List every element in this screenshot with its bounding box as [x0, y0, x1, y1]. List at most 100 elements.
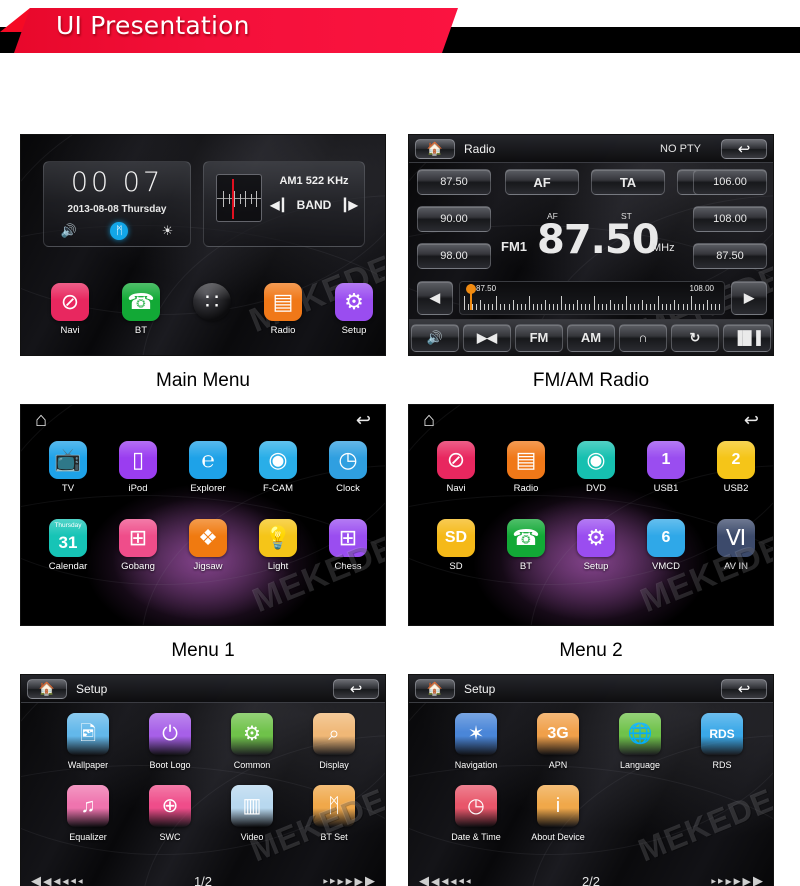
app-icon-navi[interactable]: ⊘ Navi — [43, 283, 97, 336]
radio-scan-icon[interactable]: ↻ — [671, 323, 719, 352]
radio-next[interactable]: ┃▶ — [341, 198, 357, 212]
pager-next-arrow[interactable]: ▶ — [323, 878, 328, 885]
pager-prev-arrow[interactable]: ◀ — [43, 875, 51, 886]
app-icon-display[interactable]: ⌕ Display — [303, 713, 365, 770]
bluetooth-icon[interactable]: ᛗ — [110, 222, 129, 240]
pager-next-arrow[interactable]: ▶ — [753, 873, 763, 886]
pager-next-arrow[interactable]: ▶ — [718, 877, 723, 885]
pager-next-arrow[interactable]: ▶ — [725, 877, 731, 886]
pager-prev-arrows[interactable]: ◀ ◀ ◀ ◀ ◀ ◀ — [419, 873, 471, 886]
pager-prev-arrow[interactable]: ◀ — [78, 878, 83, 885]
app-icon-dvd[interactable]: ◉ DVD — [569, 441, 623, 494]
app-tile-gobang[interactable]: ⊞ — [119, 519, 157, 557]
app-icon-setup[interactable]: ⚙ Setup — [569, 519, 623, 572]
app-icon-setup[interactable]: ⚙ Setup — [327, 283, 381, 336]
app-tile-jigsaw[interactable]: ❖ — [189, 519, 227, 557]
app-tile-av-in[interactable]: Ⅵ — [717, 519, 755, 557]
pager-prev-arrow[interactable]: ◀ — [71, 877, 76, 885]
app-tile-language[interactable]: 🌐 — [619, 713, 661, 755]
radio-equalizer-icon[interactable]: ▐█▐ — [723, 323, 771, 352]
app-tile-f-cam[interactable]: ◉ — [259, 441, 297, 479]
app-tile-radio[interactable]: ▤ — [264, 283, 302, 321]
app-tile-tv[interactable]: 📺 — [49, 441, 87, 479]
app-icon-radio[interactable]: ▤ Radio — [499, 441, 553, 494]
app-icon-explorer[interactable]: ℮ Explorer — [181, 441, 235, 494]
app-tile-light[interactable]: 💡 — [259, 519, 297, 557]
app-icon-common[interactable]: ⚙ Common — [221, 713, 283, 770]
app-tile-navigation[interactable]: ✶ — [455, 713, 497, 755]
app-tile-chess[interactable]: ⊞ — [329, 519, 367, 557]
app-icon-light[interactable]: 💡 Light — [251, 519, 305, 572]
pager-prev-arrow[interactable]: ◀ — [459, 877, 464, 885]
app-icon-language[interactable]: 🌐 Language — [609, 713, 671, 770]
app-icon-f-cam[interactable]: ◉ F-CAM — [251, 441, 305, 494]
pager-next-arrow[interactable]: ▶ — [734, 876, 741, 886]
radio-preset-right-1[interactable]: 108.00 — [693, 206, 767, 232]
app-tile-sd[interactable]: SD — [437, 519, 475, 557]
pager-prev-arrow[interactable]: ◀ — [31, 873, 41, 886]
app-icon-tv[interactable]: 📺 TV — [41, 441, 95, 494]
app-tile-common[interactable]: ⚙ — [231, 713, 273, 755]
app-tile-dvd[interactable]: ◉ — [577, 441, 615, 479]
app-icon-bt[interactable]: ☎ BT — [499, 519, 553, 572]
pager-prev-arrow[interactable]: ◀ — [431, 875, 439, 886]
radio-preset-right-2[interactable]: 87.50 — [693, 243, 767, 269]
app-tile-apn[interactable]: 3G — [537, 713, 579, 755]
app-tile-bt[interactable]: ☎ — [122, 283, 160, 321]
app-icon-chess[interactable]: ⊞ Chess — [321, 519, 375, 572]
home-icon[interactable]: ⌂ — [423, 409, 435, 432]
app-icon-about-device[interactable]: і About Device — [527, 785, 589, 842]
app-tile-vmcd[interactable]: 6 — [647, 519, 685, 557]
app-tile-apps[interactable]: ∷ — [193, 283, 231, 321]
pager-next-arrow[interactable]: ▶ — [711, 878, 716, 885]
app-tile-display[interactable]: ⌕ — [313, 713, 355, 755]
radio-button-ta[interactable]: TA — [591, 169, 665, 195]
app-tile-date-time[interactable]: ◷ — [455, 785, 497, 827]
app-tile-explorer[interactable]: ℮ — [189, 441, 227, 479]
app-icon-av-in[interactable]: Ⅵ AV IN — [709, 519, 763, 572]
back-icon[interactable]: ↩ — [356, 410, 371, 431]
pager-next-arrow[interactable]: ▶ — [337, 877, 343, 886]
app-icon-usb2[interactable]: 2 USB2 — [709, 441, 763, 494]
pager-prev-arrow[interactable]: ◀ — [419, 873, 429, 886]
pager-prev-arrow[interactable]: ◀ — [53, 876, 60, 886]
app-icon-bt[interactable]: ☎ BT — [114, 283, 168, 336]
app-tile-wallpaper[interactable]: 🖻 — [67, 713, 109, 755]
back-icon[interactable]: ↩ — [333, 678, 379, 699]
app-icon-clock[interactable]: ◷ Clock — [321, 441, 375, 494]
app-tile-calendar[interactable]: Thursday 31 — [49, 519, 87, 557]
app-tile-setup[interactable]: ⚙ — [577, 519, 615, 557]
app-icon-navigation[interactable]: ✶ Navigation — [445, 713, 507, 770]
app-tile-swc[interactable]: ⊕ — [149, 785, 191, 827]
app-icon-boot-logo[interactable]: ⏻ Boot Logo — [139, 713, 201, 770]
tuner-scale[interactable]: 87.50 108.00 — [459, 281, 725, 315]
app-tile-navi[interactable]: ⊘ — [51, 283, 89, 321]
home-icon[interactable]: 🏠 — [415, 678, 455, 699]
app-icon-swc[interactable]: ⊕ SWC — [139, 785, 201, 842]
app-icon-apn[interactable]: 3G APN — [527, 713, 589, 770]
volume-icon[interactable]: 🔊 — [61, 223, 77, 239]
pager-next-arrows[interactable]: ▶ ▶ ▶ ▶ ▶ ▶ — [323, 873, 375, 886]
tuner-next-button[interactable]: ▶ — [731, 281, 767, 315]
pager-next-arrow[interactable]: ▶ — [355, 875, 363, 886]
app-tile-about-device[interactable]: і — [537, 785, 579, 827]
home-icon[interactable]: ⌂ — [35, 409, 47, 432]
pager-prev-arrow[interactable]: ◀ — [466, 878, 471, 885]
app-icon-wallpaper[interactable]: 🖻 Wallpaper — [57, 713, 119, 770]
app-tile-rds[interactable]: RDS — [701, 713, 743, 755]
app-icon-ipod[interactable]: ▯ iPod — [111, 441, 165, 494]
pager-prev-arrow[interactable]: ◀ — [62, 877, 68, 886]
app-tile-usb2[interactable]: 2 — [717, 441, 755, 479]
app-tile-equalizer[interactable]: ♫ — [67, 785, 109, 827]
app-tile-video[interactable]: ▥ — [231, 785, 273, 827]
app-icon-calendar[interactable]: Thursday 31 Calendar — [41, 519, 95, 572]
radio-prev[interactable]: ◀┃ — [270, 198, 286, 212]
radio-headphone-icon[interactable]: ∩ — [619, 323, 667, 352]
app-tile-usb1[interactable]: 1 — [647, 441, 685, 479]
app-tile-setup[interactable]: ⚙ — [335, 283, 373, 321]
app-icon-usb1[interactable]: 1 USB1 — [639, 441, 693, 494]
app-icon-radio[interactable]: ▤ Radio — [256, 283, 310, 336]
home-icon[interactable]: 🏠 — [415, 138, 455, 159]
app-tile-ipod[interactable]: ▯ — [119, 441, 157, 479]
pager-next-arrow[interactable]: ▶ — [346, 876, 353, 886]
